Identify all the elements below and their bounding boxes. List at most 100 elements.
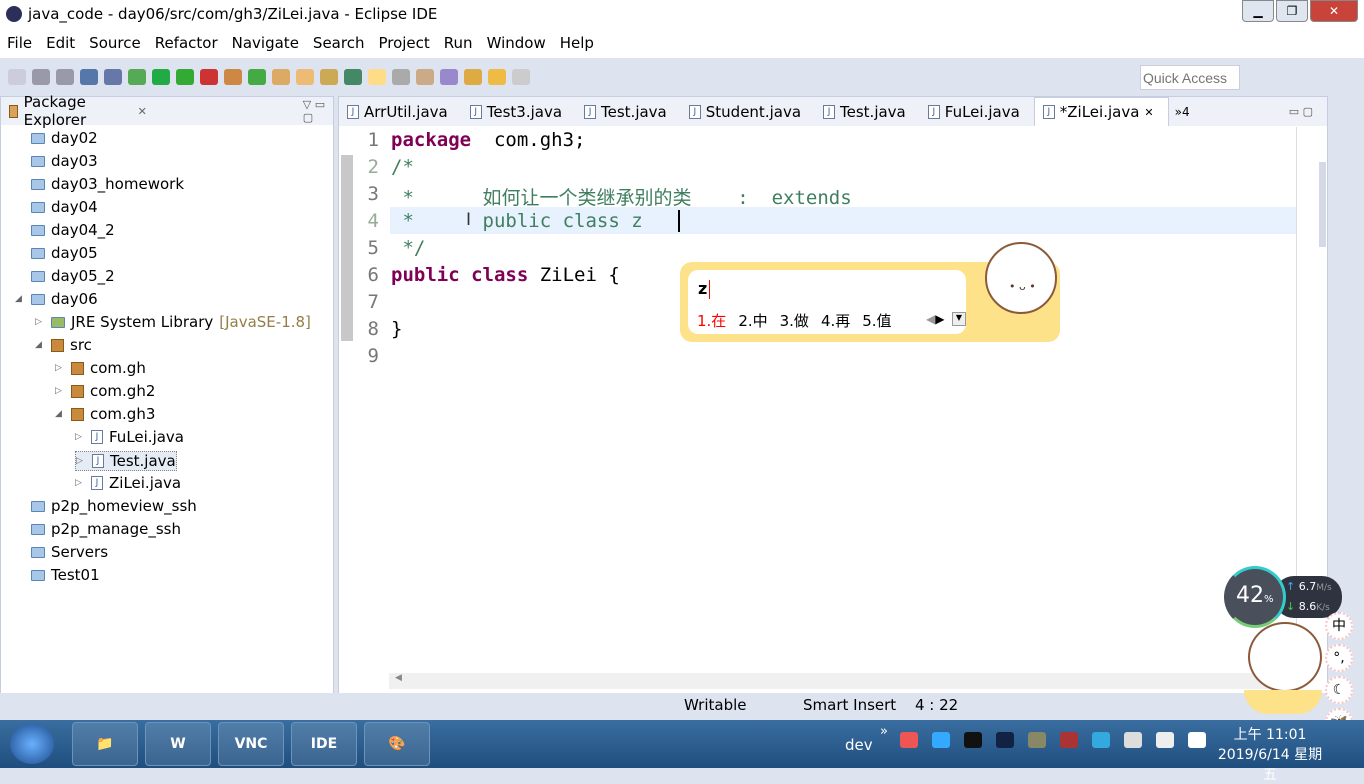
ime-toolbar-button[interactable]: ☾ (1325, 676, 1353, 704)
editor-tab-test3java[interactable]: J Test3.java (462, 97, 576, 126)
menu-project[interactable]: Project (371, 30, 436, 58)
tree-item-com-gh2[interactable]: ▷ com.gh2 (55, 382, 155, 400)
code-line[interactable]: } (391, 318, 402, 340)
menu-file[interactable]: File (0, 30, 39, 58)
expand-arrow-icon[interactable]: ◢ (15, 294, 25, 304)
intel-icon[interactable] (1092, 732, 1110, 748)
tree-item-zilei-java[interactable]: ▷ J ZiLei.java (75, 474, 181, 492)
annotation-icon[interactable] (344, 69, 362, 85)
tree-item-p2p-manage-ssh[interactable]: p2p_manage_ssh (15, 520, 181, 538)
toolbar-dev[interactable]: dev (845, 736, 873, 754)
ime-page-arrows-icon[interactable]: ◀▶ (926, 312, 944, 326)
tree-item-test-java[interactable]: ▷ J Test.java (75, 451, 177, 471)
menu-edit[interactable]: Edit (39, 30, 82, 58)
qq-manager-icon[interactable] (932, 732, 950, 748)
close-view-icon[interactable]: ✕ (138, 105, 147, 118)
back-icon[interactable] (488, 69, 506, 85)
tray-overflow-button[interactable]: » (880, 724, 888, 739)
code-line[interactable]: package com.gh3; (391, 129, 585, 151)
menu-search[interactable]: Search (306, 30, 372, 58)
code-line[interactable]: public class ZiLei { (391, 264, 620, 286)
expand-arrow-icon[interactable]: ◢ (55, 409, 65, 419)
menu-source[interactable]: Source (82, 30, 148, 58)
new-class-icon[interactable] (248, 69, 266, 85)
taskbar-app-explorer[interactable]: 📁 (72, 722, 138, 766)
save-all-icon[interactable] (56, 69, 74, 85)
code-line[interactable]: * 如何让一个类继承别的类 : extends (391, 183, 851, 210)
volume-muted-icon[interactable] (1124, 732, 1142, 748)
taskbar-app-wps[interactable]: W (145, 722, 211, 766)
run-server-icon[interactable] (176, 69, 194, 85)
tree-item-day06[interactable]: ◢ day06 (15, 290, 98, 308)
tree-item-p2p-homeview-ssh[interactable]: p2p_homeview_ssh (15, 497, 197, 515)
editor-tab-testjava[interactable]: J Test.java (576, 97, 681, 126)
restore-button[interactable]: ❐ (1276, 0, 1308, 22)
code-line[interactable]: */ (391, 237, 425, 259)
vnc-tray-icon[interactable] (964, 732, 982, 748)
prev-annotation-icon[interactable] (440, 69, 458, 85)
expand-arrow-icon[interactable]: ▷ (76, 456, 86, 466)
ime-toolbar-button[interactable]: °, (1325, 644, 1353, 672)
taskbar-app-vnc[interactable]: VNC (218, 722, 284, 766)
editor-tab-testjava[interactable]: J Test.java (815, 97, 920, 126)
ime-candidate[interactable]: 3.做 (780, 310, 809, 331)
code-line[interactable]: /* (391, 156, 414, 178)
tree-item-day03-homework[interactable]: day03_homework (15, 175, 184, 193)
menu-run[interactable]: Run (437, 30, 480, 58)
expand-arrow-icon[interactable]: ▷ (75, 478, 85, 488)
expand-arrow-icon[interactable]: ◢ (35, 340, 45, 350)
menu-help[interactable]: Help (553, 30, 601, 58)
debug-icon[interactable] (128, 69, 146, 85)
tree-item-day02[interactable]: day02 (15, 129, 98, 147)
security-icon[interactable] (1060, 732, 1078, 748)
clock-time[interactable]: 上午 11:01 (1215, 724, 1325, 744)
coverage-icon[interactable] (200, 69, 218, 85)
editor-tab-zileijava[interactable]: J *ZiLei.java ✕ (1033, 97, 1169, 126)
tree-item-jre-system-library[interactable]: ▷ JRE System Library [JavaSE-1.8] (35, 313, 311, 331)
skip-breakpoints-icon[interactable] (104, 69, 122, 85)
ime-candidate[interactable]: 4.再 (821, 310, 850, 331)
clock-date[interactable]: 2019/6/14 星期五 (1215, 744, 1325, 784)
bluetooth-icon[interactable] (996, 732, 1014, 748)
taskbar-app-paint[interactable]: 🎨 (364, 722, 430, 766)
horizontal-scrollbar[interactable]: ◀ (389, 673, 1295, 689)
ime-candidate[interactable]: 2.中 (738, 310, 767, 331)
more-tabs-button[interactable]: »4 (1169, 105, 1196, 119)
tree-item-src[interactable]: ◢ src (35, 336, 92, 354)
tree-item-servers[interactable]: Servers (15, 543, 108, 561)
highlight-icon[interactable] (368, 69, 386, 85)
menu-window[interactable]: Window (480, 30, 553, 58)
usb-icon[interactable] (1028, 732, 1046, 748)
show-whitespace-icon[interactable] (392, 69, 410, 85)
forward-icon[interactable] (512, 69, 530, 85)
last-edit-icon[interactable] (464, 69, 482, 85)
expand-arrow-icon[interactable]: ▷ (75, 432, 85, 442)
console-icon[interactable] (80, 69, 98, 85)
expand-arrow-icon[interactable]: ▷ (55, 386, 65, 396)
package-explorer-title[interactable]: Package Explorer (24, 93, 132, 129)
save-icon[interactable] (32, 69, 50, 85)
next-annotation-icon[interactable] (416, 69, 434, 85)
vertical-scrollbar[interactable] (1319, 162, 1326, 247)
view-menu-icon[interactable]: ▽ ▭ ▢ (303, 98, 333, 124)
menu-refactor[interactable]: Refactor (148, 30, 225, 58)
tree-item-day03[interactable]: day03 (15, 152, 98, 170)
ime-toolbar-button[interactable]: 中 (1325, 612, 1353, 640)
tree-item-day04[interactable]: day04 (15, 198, 98, 216)
tree-item-day04-2[interactable]: day04_2 (15, 221, 115, 239)
start-button[interactable] (10, 724, 54, 764)
tree-item-com-gh3[interactable]: ◢ com.gh3 (55, 405, 155, 423)
menu-navigate[interactable]: Navigate (225, 30, 306, 58)
search-icon[interactable] (320, 69, 338, 85)
close-button[interactable]: ✕ (1310, 0, 1358, 22)
expand-arrow-icon[interactable]: ▷ (55, 363, 65, 373)
ime-expand-button[interactable]: ▼ (952, 312, 966, 326)
editor-min-max-icon[interactable]: ▭ ▢ (1289, 105, 1313, 118)
tree-item-day05-2[interactable]: day05_2 (15, 267, 115, 285)
new-java-project-icon[interactable] (224, 69, 242, 85)
open-type-icon[interactable] (272, 69, 290, 85)
run-icon[interactable] (152, 69, 170, 85)
editor-tab-arrutiljava[interactable]: J ArrUtil.java (339, 97, 462, 126)
editor-tab-studentjava[interactable]: J Student.java (681, 97, 815, 126)
expand-arrow-icon[interactable]: ▷ (35, 317, 45, 327)
